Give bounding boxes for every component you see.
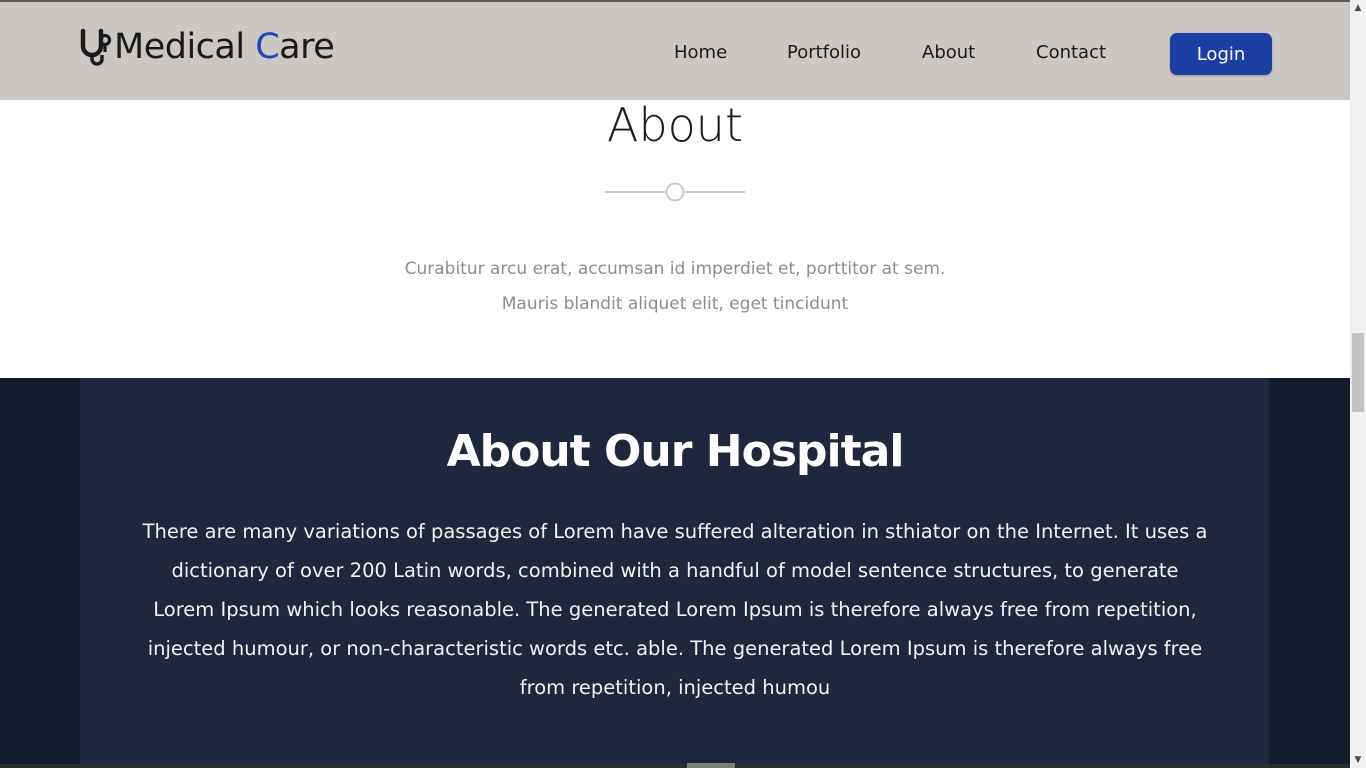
brand-logo[interactable]: Medical Care (78, 22, 335, 72)
hospital-heading: About Our Hospital (446, 426, 905, 477)
hospital-description: There are many variations of passages of… (142, 520, 1208, 699)
nav-contact[interactable]: Contact (1036, 42, 1106, 63)
scroll-up-icon[interactable]: ▲ (1350, 0, 1366, 16)
scroll-down-icon[interactable]: ▼ (1350, 752, 1366, 768)
about-intro: Curabitur arcu erat, accumsan id imperdi… (0, 252, 1350, 322)
about-intro-line-2: Mauris blandit aliquet elit, eget tincid… (501, 294, 849, 314)
brand-name: Medical Care (114, 27, 335, 67)
nav-home[interactable]: Home (674, 42, 727, 63)
vertical-scrollbar[interactable]: ▲ ▼ (1350, 0, 1366, 768)
brand-prefix: Medical (114, 27, 256, 67)
login-button[interactable]: Login (1170, 33, 1272, 75)
horizontal-scroll-handle[interactable] (687, 763, 735, 768)
section-divider (605, 182, 745, 202)
bottom-edge (0, 764, 1350, 768)
about-heading: About (606, 98, 743, 152)
nav-about[interactable]: About (922, 42, 975, 63)
stethoscope-icon (80, 28, 112, 66)
site-header: Medical Care Home Portfolio About Contac… (0, 2, 1350, 100)
brand-accent-letter: C (255, 27, 280, 67)
brand-suffix: are (279, 27, 335, 67)
about-intro-line-1: Curabitur arcu erat, accumsan id imperdi… (404, 259, 946, 279)
scrollbar-thumb[interactable] (1352, 333, 1364, 412)
nav-portfolio[interactable]: Portfolio (787, 42, 861, 63)
